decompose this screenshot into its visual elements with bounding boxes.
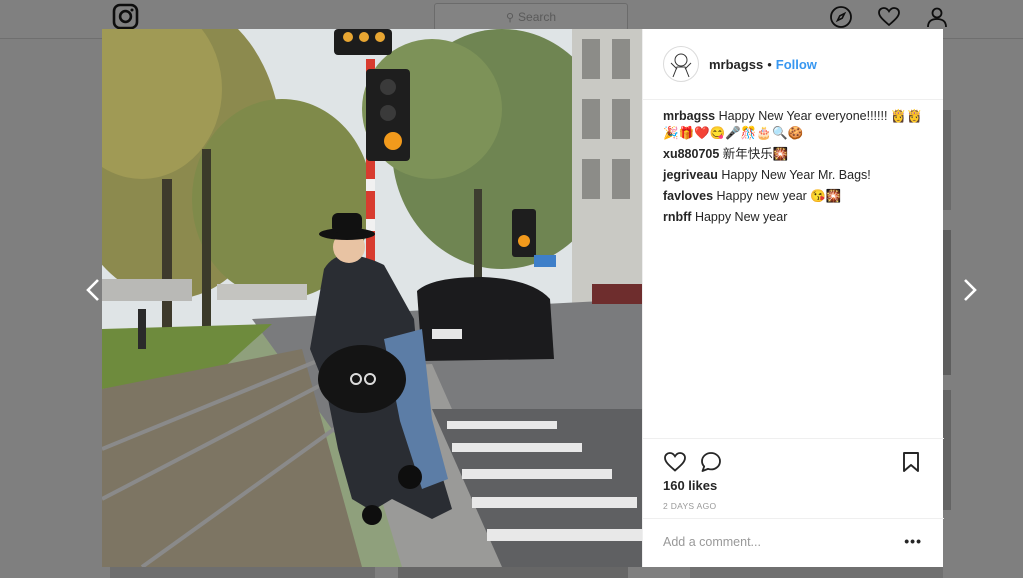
background-post-thumbnail bbox=[943, 230, 951, 375]
comment-username[interactable]: rnbff bbox=[663, 210, 691, 224]
bookmark-icon[interactable] bbox=[899, 450, 923, 474]
street-photo-illustration bbox=[102, 29, 642, 567]
background-post-thumbnail bbox=[398, 567, 628, 578]
background-post-thumbnail bbox=[690, 567, 943, 578]
compass-icon[interactable] bbox=[829, 5, 853, 29]
post-author-username[interactable]: mrbagss bbox=[709, 57, 763, 72]
comment: jegriveau Happy New Year Mr. Bags! bbox=[663, 167, 925, 184]
post-modal: mrbagss • Follow mrbagss Happy New Year … bbox=[102, 29, 944, 567]
separator-dot: • bbox=[767, 56, 772, 72]
comment-username[interactable]: xu880705 bbox=[663, 147, 719, 161]
search-placeholder: Search bbox=[518, 10, 557, 24]
comments-list: mrbagss Happy New Year everyone!!!!!! 👸👸… bbox=[663, 108, 925, 230]
more-options-button[interactable]: ••• bbox=[904, 533, 922, 549]
avatar[interactable] bbox=[663, 46, 699, 82]
person-icon[interactable] bbox=[925, 5, 949, 29]
add-comment-input[interactable]: Add a comment... bbox=[663, 535, 761, 549]
post-date: 2 DAYS AGO bbox=[663, 501, 717, 511]
post-actions bbox=[643, 438, 944, 472]
comment-username[interactable]: mrbagss bbox=[663, 109, 715, 123]
search-icon: ⚲ bbox=[505, 12, 515, 24]
comment: rnbff Happy New year bbox=[663, 209, 925, 226]
comment: mrbagss Happy New Year everyone!!!!!! 👸👸… bbox=[663, 108, 925, 142]
comment-text: Happy New year bbox=[694, 210, 788, 224]
like-heart-icon[interactable] bbox=[663, 450, 687, 474]
avatar-sketch-icon bbox=[670, 53, 692, 78]
comment-username[interactable]: jegriveau bbox=[663, 168, 718, 182]
instagram-icon[interactable] bbox=[112, 3, 139, 30]
comment-username[interactable]: favloves bbox=[663, 189, 713, 203]
comment: xu880705 新年快乐🎇 bbox=[663, 146, 925, 163]
post-photo[interactable] bbox=[102, 29, 642, 567]
post-sidebar: mrbagss • Follow mrbagss Happy New Year … bbox=[642, 29, 944, 567]
next-post-arrow-icon[interactable] bbox=[957, 276, 981, 304]
comment: favloves Happy new year 😘🎇 bbox=[663, 188, 925, 205]
background-post-thumbnail bbox=[110, 567, 375, 578]
add-comment-bar: Add a comment... ••• bbox=[643, 518, 944, 567]
background-post-thumbnail bbox=[943, 390, 951, 510]
comment-bubble-icon[interactable] bbox=[699, 450, 723, 474]
background-post-thumbnail bbox=[943, 110, 951, 210]
post-header: mrbagss • Follow bbox=[643, 29, 943, 100]
comment-text: 新年快乐🎇 bbox=[722, 147, 789, 161]
comment-text: Happy new year 😘🎇 bbox=[716, 189, 842, 203]
comment-text: Happy New Year Mr. Bags! bbox=[721, 168, 871, 182]
likes-count[interactable]: 160 likes bbox=[663, 478, 717, 493]
search-input[interactable]: ⚲ Search bbox=[434, 3, 628, 31]
heart-icon[interactable] bbox=[877, 5, 901, 29]
follow-button[interactable]: Follow bbox=[776, 57, 817, 72]
